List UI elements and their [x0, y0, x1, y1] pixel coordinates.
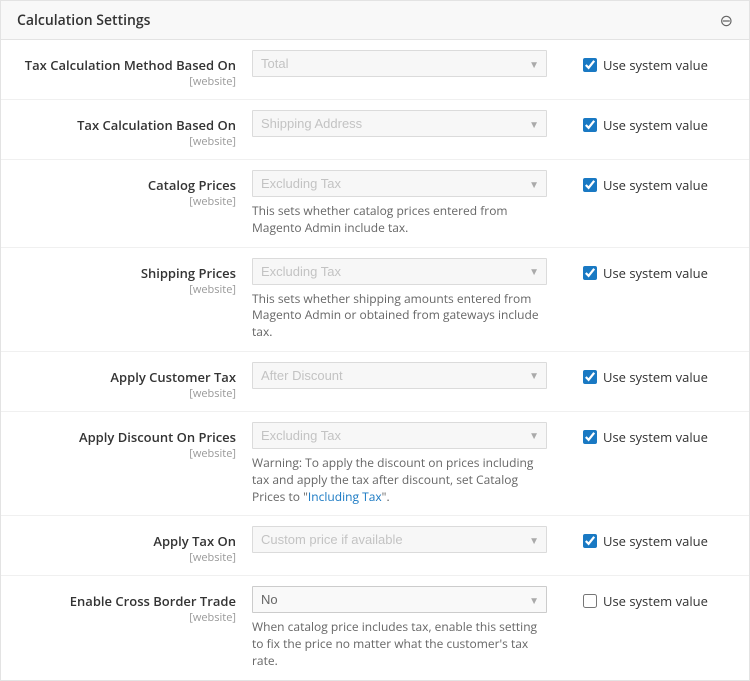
select-wrapper-shipping-prices: Excluding TaxIncluding Tax▼: [252, 258, 547, 285]
select-wrapper-tax-calc-based-on: Shipping AddressBilling AddressOrigin▼: [252, 110, 547, 137]
label-text-tax-calc-based-on: Tax Calculation Based On: [17, 116, 236, 134]
control-col-tax-calc-based-on: Shipping AddressBilling AddressOrigin▼: [252, 110, 573, 137]
use-system-checkbox-tax-calc-based-on[interactable]: [583, 118, 597, 132]
label-col-apply-customer-tax: Apply Customer Tax[website]: [17, 362, 252, 401]
page-wrapper: Calculation Settings ⊖ Tax Calculation M…: [0, 0, 750, 681]
checkbox-col-apply-tax-on: Use system value: [573, 526, 733, 550]
collapse-icon[interactable]: ⊖: [720, 9, 733, 31]
select-apply-customer-tax[interactable]: After DiscountBefore Discount: [252, 362, 547, 389]
use-system-checkbox-shipping-prices[interactable]: [583, 266, 597, 280]
form-row-enable-cross-border-trade: Enable Cross Border Trade[website]NoYes▼…: [1, 576, 749, 679]
label-scope-catalog-prices: [website]: [17, 194, 236, 209]
checkbox-col-catalog-prices: Use system value: [573, 170, 733, 194]
select-apply-tax-on[interactable]: Custom price if availableOriginal price …: [252, 526, 547, 553]
select-wrapper-apply-discount-on-prices: Excluding TaxIncluding Tax▼: [252, 422, 547, 449]
section-title: Calculation Settings: [17, 11, 151, 30]
use-system-label-shipping-prices: Use system value: [603, 264, 708, 282]
select-wrapper-tax-calc-method: TotalUnit PriceRow Total▼: [252, 50, 547, 77]
use-system-label-apply-discount-on-prices: Use system value: [603, 428, 708, 446]
control-col-enable-cross-border-trade: NoYes▼ When catalog price includes tax, e…: [252, 586, 573, 669]
select-catalog-prices[interactable]: Excluding TaxIncluding Tax: [252, 170, 547, 197]
label-col-tax-calc-method: Tax Calculation Method Based On[website]: [17, 50, 252, 89]
label-scope-tax-calc-based-on: [website]: [17, 134, 236, 149]
section-body: Tax Calculation Method Based On[website]…: [1, 40, 749, 680]
select-tax-calc-method[interactable]: TotalUnit PriceRow Total: [252, 50, 547, 77]
use-system-checkbox-apply-customer-tax[interactable]: [583, 370, 597, 384]
control-col-apply-discount-on-prices: Excluding TaxIncluding Tax▼ Warning: To a…: [252, 422, 573, 505]
checkbox-col-shipping-prices: Use system value: [573, 258, 733, 282]
label-scope-apply-customer-tax: [website]: [17, 386, 236, 401]
hint-text-shipping-prices: This sets whether shipping amounts enter…: [252, 291, 547, 341]
section-header: Calculation Settings ⊖: [1, 1, 749, 40]
label-col-tax-calc-based-on: Tax Calculation Based On[website]: [17, 110, 252, 149]
use-system-checkbox-catalog-prices[interactable]: [583, 178, 597, 192]
form-row-tax-calc-based-on: Tax Calculation Based On[website]Shippin…: [1, 100, 749, 160]
checkbox-col-apply-discount-on-prices: Use system value: [573, 422, 733, 446]
use-system-label-apply-tax-on: Use system value: [603, 532, 708, 550]
select-tax-calc-based-on[interactable]: Shipping AddressBilling AddressOrigin: [252, 110, 547, 137]
label-scope-apply-tax-on: [website]: [17, 550, 236, 565]
select-wrapper-apply-tax-on: Custom price if availableOriginal price …: [252, 526, 547, 553]
form-row-apply-discount-on-prices: Apply Discount On Prices[website]Excludi…: [1, 412, 749, 516]
use-system-checkbox-apply-discount-on-prices[interactable]: [583, 430, 597, 444]
warning-text-apply-discount-on-prices: Warning: To apply the discount on prices…: [252, 455, 547, 505]
checkbox-col-tax-calc-based-on: Use system value: [573, 110, 733, 134]
label-text-apply-customer-tax: Apply Customer Tax: [17, 368, 236, 386]
label-scope-tax-calc-method: [website]: [17, 74, 236, 89]
control-col-tax-calc-method: TotalUnit PriceRow Total▼: [252, 50, 573, 77]
label-scope-shipping-prices: [website]: [17, 282, 236, 297]
label-col-shipping-prices: Shipping Prices[website]: [17, 258, 252, 297]
label-col-apply-discount-on-prices: Apply Discount On Prices[website]: [17, 422, 252, 461]
label-text-catalog-prices: Catalog Prices: [17, 176, 236, 194]
select-wrapper-apply-customer-tax: After DiscountBefore Discount▼: [252, 362, 547, 389]
checkbox-col-apply-customer-tax: Use system value: [573, 362, 733, 386]
label-col-enable-cross-border-trade: Enable Cross Border Trade[website]: [17, 586, 252, 625]
control-col-catalog-prices: Excluding TaxIncluding Tax▼ This sets whe…: [252, 170, 573, 237]
label-text-shipping-prices: Shipping Prices: [17, 264, 236, 282]
checkbox-col-tax-calc-method: Use system value: [573, 50, 733, 74]
hint-text-enable-cross-border-trade: When catalog price includes tax, enable …: [252, 619, 547, 669]
control-col-apply-customer-tax: After DiscountBefore Discount▼: [252, 362, 573, 389]
warning-link[interactable]: Including Tax: [308, 488, 382, 505]
control-col-apply-tax-on: Custom price if availableOriginal price …: [252, 526, 573, 553]
select-wrapper-enable-cross-border-trade: NoYes▼: [252, 586, 547, 613]
label-scope-apply-discount-on-prices: [website]: [17, 446, 236, 461]
control-col-shipping-prices: Excluding TaxIncluding Tax▼ This sets whe…: [252, 258, 573, 341]
select-shipping-prices[interactable]: Excluding TaxIncluding Tax: [252, 258, 547, 285]
label-text-apply-discount-on-prices: Apply Discount On Prices: [17, 428, 236, 446]
select-apply-discount-on-prices[interactable]: Excluding TaxIncluding Tax: [252, 422, 547, 449]
select-wrapper-catalog-prices: Excluding TaxIncluding Tax▼: [252, 170, 547, 197]
form-row-apply-tax-on: Apply Tax On[website]Custom price if ava…: [1, 516, 749, 576]
label-text-apply-tax-on: Apply Tax On: [17, 532, 236, 550]
form-row-apply-customer-tax: Apply Customer Tax[website]After Discoun…: [1, 352, 749, 412]
use-system-label-tax-calc-method: Use system value: [603, 56, 708, 74]
label-text-enable-cross-border-trade: Enable Cross Border Trade: [17, 592, 236, 610]
label-text-tax-calc-method: Tax Calculation Method Based On: [17, 56, 236, 74]
label-scope-enable-cross-border-trade: [website]: [17, 610, 236, 625]
use-system-checkbox-apply-tax-on[interactable]: [583, 534, 597, 548]
hint-text-catalog-prices: This sets whether catalog prices entered…: [252, 203, 547, 237]
label-col-apply-tax-on: Apply Tax On[website]: [17, 526, 252, 565]
use-system-checkbox-enable-cross-border-trade[interactable]: [583, 594, 597, 608]
form-row-catalog-prices: Catalog Prices[website]Excluding TaxIncl…: [1, 160, 749, 248]
use-system-label-catalog-prices: Use system value: [603, 176, 708, 194]
form-row-shipping-prices: Shipping Prices[website]Excluding TaxInc…: [1, 248, 749, 352]
checkbox-col-enable-cross-border-trade: Use system value: [573, 586, 733, 610]
use-system-label-enable-cross-border-trade: Use system value: [603, 592, 708, 610]
select-enable-cross-border-trade[interactable]: NoYes: [252, 586, 547, 613]
use-system-label-tax-calc-based-on: Use system value: [603, 116, 708, 134]
use-system-checkbox-tax-calc-method[interactable]: [583, 58, 597, 72]
label-col-catalog-prices: Catalog Prices[website]: [17, 170, 252, 209]
use-system-label-apply-customer-tax: Use system value: [603, 368, 708, 386]
form-row-tax-calc-method: Tax Calculation Method Based On[website]…: [1, 40, 749, 100]
